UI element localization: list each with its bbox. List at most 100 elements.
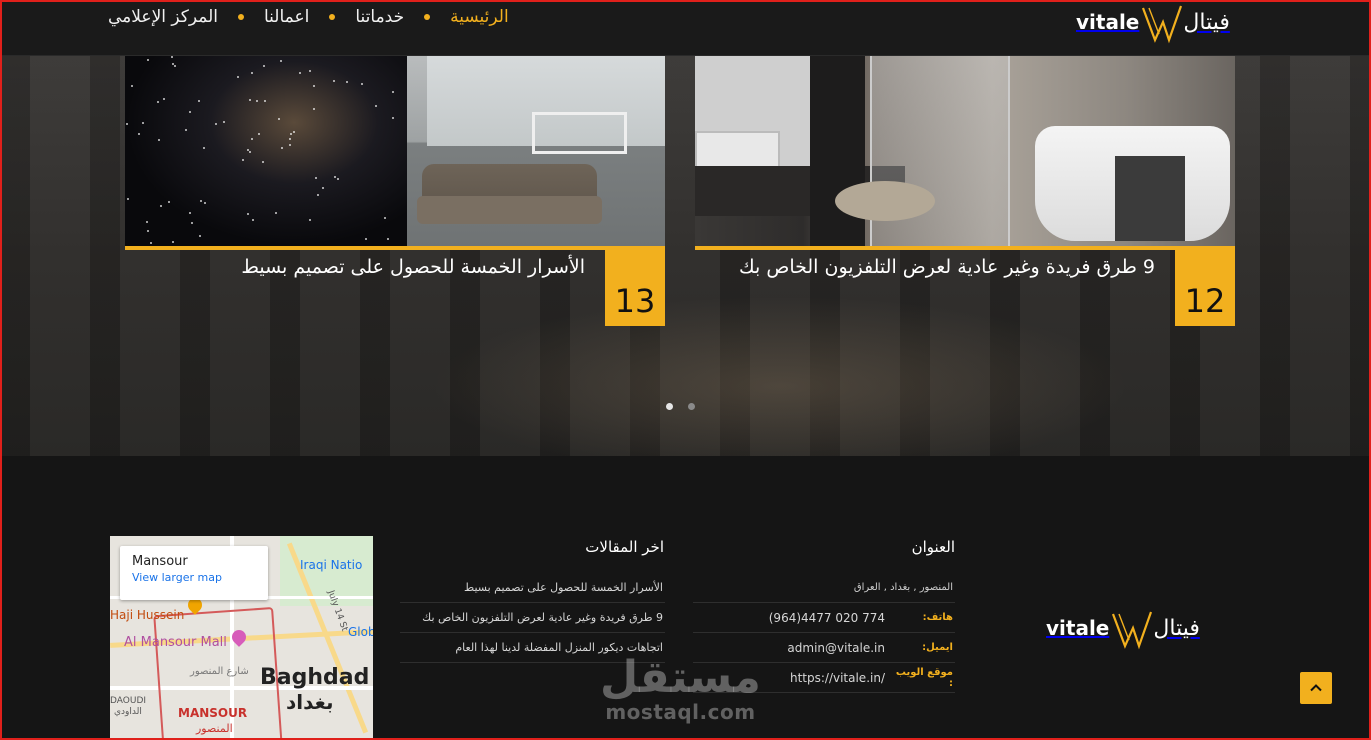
website-label: موقع الويب :: [895, 666, 953, 689]
nav-item-services[interactable]: خدماتنا: [355, 7, 404, 27]
logo-latin-text: vitale: [1076, 10, 1140, 34]
star: [126, 123, 128, 125]
bath-rug: [835, 181, 935, 221]
card-accent-bar: [125, 246, 665, 250]
star: [256, 100, 258, 102]
star: [249, 151, 251, 153]
slider-dot[interactable]: [666, 403, 673, 410]
article-card[interactable]: 12 9 طرق فريدة وغير عادية لعرض التلفزيون…: [695, 56, 1235, 326]
map-label: شارع المنصور: [190, 666, 249, 677]
star: [198, 100, 200, 102]
star: [146, 221, 148, 223]
star: [172, 63, 174, 65]
star: [309, 219, 311, 221]
address-phone-row: هاتف: (964)4477 020 774: [693, 603, 955, 633]
email-label: ايميل:: [922, 642, 953, 653]
star: [392, 117, 394, 119]
article-title[interactable]: 9 طرق فريدة وغير عادية لعرض التلفزيون ال…: [739, 256, 1155, 278]
map-label: Haji Hussein: [110, 608, 185, 622]
star: [387, 238, 389, 240]
nav-item-works[interactable]: اعمالنا: [264, 7, 309, 27]
logo-arabic-text: فيتال: [1183, 9, 1230, 35]
room-sofa-seat: [417, 196, 602, 224]
star: [185, 129, 187, 131]
address-location-text: المنصور , بغداد , العراق: [853, 582, 953, 593]
logo-latin-text: vitale: [1046, 616, 1110, 640]
star: [313, 85, 315, 87]
article-card[interactable]: 13 الأسرار الخمسة للحصول على تصميم بسيط: [125, 56, 665, 326]
article-image-bathroom[interactable]: [695, 56, 1235, 246]
phone-value[interactable]: (964)4477 020 774: [693, 611, 915, 625]
address-location: المنصور , بغداد , العراق: [693, 573, 955, 603]
back-to-top-button[interactable]: [1300, 672, 1332, 704]
map-info-card: Mansour View larger map: [120, 546, 268, 600]
footer-logo[interactable]: vitale فيتال: [1046, 606, 1200, 650]
star: [258, 133, 260, 135]
map-label: الداودي: [114, 707, 142, 717]
latest-post-link[interactable]: الأسرار الخمسة للحصول على تصميم بسيط: [400, 573, 665, 603]
star: [127, 198, 129, 200]
map-label: Iraqi Natio: [300, 558, 363, 572]
star: [174, 65, 176, 67]
star: [131, 85, 133, 87]
site-logo[interactable]: vitale فيتال: [1076, 0, 1230, 44]
logo-arabic-text: فيتال: [1153, 615, 1200, 641]
site-footer: العنوان المنصور , بغداد , العراق هاتف: (…: [0, 456, 1371, 740]
star: [309, 70, 311, 72]
star: [142, 122, 144, 124]
star: [290, 133, 292, 135]
slider-dot[interactable]: [688, 403, 695, 410]
view-larger-map-link[interactable]: View larger map: [132, 571, 256, 584]
star: [189, 212, 191, 214]
nav-item-media-center[interactable]: المركز الإعلامي: [108, 7, 218, 27]
star: [191, 222, 193, 224]
room-shelf: [532, 112, 627, 154]
star: [275, 212, 277, 214]
bathroom-scene: [695, 56, 1235, 246]
star: [375, 105, 377, 107]
logo-mark-icon: [1112, 611, 1153, 650]
star: [361, 83, 363, 85]
star: [313, 108, 315, 110]
nav-separator: [424, 14, 431, 20]
star: [215, 123, 217, 125]
living-room: [407, 56, 665, 246]
map-label: Glob: [348, 625, 373, 639]
star: [251, 72, 253, 74]
star: [168, 201, 170, 203]
nav-item-home[interactable]: الرئيسية: [450, 7, 509, 27]
star: [263, 65, 265, 67]
space-mural: [125, 56, 407, 246]
star: [262, 161, 264, 163]
star: [249, 99, 251, 101]
star: [158, 139, 160, 141]
star: [333, 80, 335, 82]
star: [346, 81, 348, 83]
star: [281, 147, 283, 149]
star: [160, 205, 162, 207]
article-number: 12: [1175, 250, 1235, 326]
star: [200, 200, 202, 202]
star: [199, 235, 201, 237]
article-title[interactable]: الأسرار الخمسة للحصول على تصميم بسيط: [241, 256, 585, 278]
watermark-latin: mostaql.com: [605, 700, 756, 724]
star: [365, 238, 367, 240]
article-image-space-room[interactable]: [125, 56, 665, 246]
map-label: DAOUDI: [110, 696, 147, 706]
map-place-name: Mansour: [132, 554, 188, 569]
latest-posts-title: اخر المقالات: [585, 538, 664, 556]
address-title: العنوان: [911, 538, 955, 556]
star: [237, 76, 239, 78]
location-map[interactable]: Iraqi Natio July 14 St Haji Hussein Al M…: [110, 536, 373, 740]
star: [252, 219, 254, 221]
star: [157, 101, 159, 103]
map-label: Baghdad: [260, 665, 370, 690]
mostaql-watermark: مستقل mostaql.com: [600, 656, 761, 725]
latest-post-link[interactable]: 9 طرق فريدة وغير عادية لعرض التلفزيون ال…: [400, 603, 665, 633]
star: [189, 111, 191, 113]
nav-separator: [237, 14, 244, 20]
star: [242, 159, 244, 161]
star: [247, 149, 249, 151]
star: [251, 138, 253, 140]
star: [264, 100, 266, 102]
